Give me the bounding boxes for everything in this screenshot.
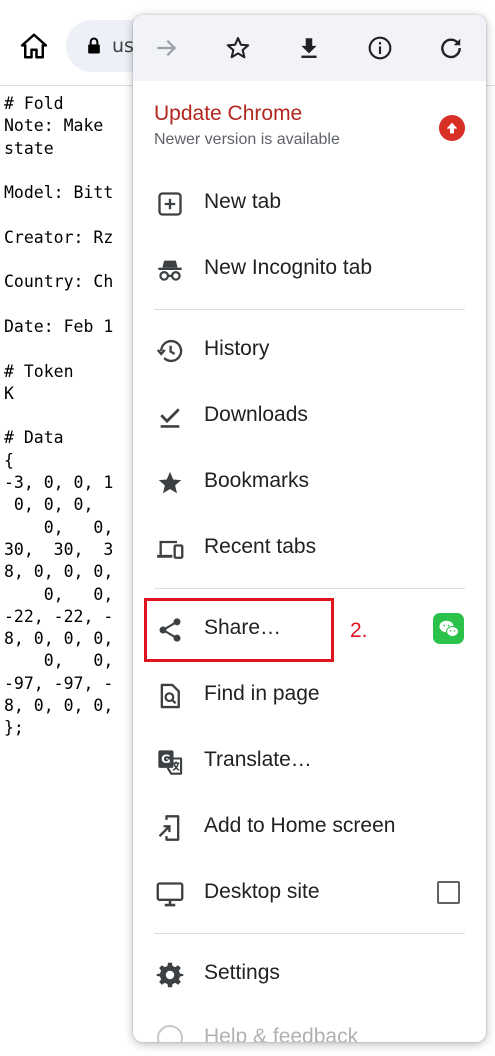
page-text-line [4,204,134,226]
page-text-line: Date: Feb 1 [4,316,114,336]
history-item[interactable]: History [133,317,486,383]
forward-button[interactable] [147,28,187,68]
settings-item[interactable]: Settings [133,941,486,1007]
refresh-icon [441,38,461,59]
update-chrome-subtitle: Newer version is available [154,131,340,148]
find-in-page-item[interactable]: Find in page [133,662,486,728]
page-text-line: K [4,383,14,403]
page-text-line: state [4,138,54,158]
menu-toolbar [133,15,486,81]
downloads-check-icon [160,408,180,428]
devices-icon [157,540,184,559]
info-icon [368,36,392,60]
page-text-line: Creator: Rz [4,227,114,247]
translate-icon: G [158,750,183,775]
update-arrow-icon [439,115,465,141]
page-text-line: # Data [4,428,64,448]
page-text-line: Note: Make [4,116,114,136]
add-to-home-screen-label: Add to Home screen [204,814,396,837]
page-text-line: 8, 0, 0, 0, [4,629,114,649]
page-text-line [4,294,134,316]
menu-divider [154,309,465,310]
menu-divider [154,933,465,934]
recent-tabs-label: Recent tabs [204,535,317,558]
home-icon [20,33,48,59]
page-text-line: -97, -97, - [4,673,114,693]
find-in-page-label: Find in page [204,682,320,705]
new-tab-label: New tab [204,190,282,213]
bookmarks-label: Bookmarks [204,469,310,492]
new-incognito-tab-label: New Incognito tab [204,256,373,279]
history-label: History [204,337,270,360]
menu-divider [154,588,465,589]
new-incognito-tab-item[interactable]: New Incognito tab [133,236,486,302]
page-text-line: 8, 0, 0, 0, [4,562,114,582]
update-chrome-item[interactable]: Update Chrome Newer version is available [133,95,486,159]
desktop-site-label: Desktop site [204,880,320,903]
wechat-share-button[interactable] [433,613,464,644]
share-highlight-box [144,598,334,662]
overflow-menu: Update Chrome Newer version is available… [133,15,486,1042]
downloads-label: Downloads [204,403,308,426]
find-in-page-icon [160,683,180,709]
incognito-icon [158,260,182,281]
translate-label: Translate… [204,748,312,771]
forward-icon [157,39,177,57]
page-content-text: # Fold Note: Make state Model: Bitt Creat… [4,93,134,740]
page-text-line: -3, 0, 0, 1 [4,473,114,493]
update-chrome-title: Update Chrome [154,102,303,125]
add-to-home-icon [158,815,180,841]
page-text-line [4,405,134,427]
bookmark-star-button[interactable] [218,28,258,68]
page-text-line [4,249,134,271]
page-text-line: 0, 0, 0, [4,495,104,515]
downloads-item[interactable]: Downloads [133,383,486,449]
desktop-site-item[interactable]: Desktop site [133,860,486,926]
page-text-line: 0, 0, [4,584,114,604]
page-text-line: -22, -22, - [4,606,114,626]
help-icon [157,1025,183,1042]
help-feedback-item[interactable]: Help & feedback [133,1020,486,1042]
lock-icon [88,37,100,54]
desktop-site-checkbox[interactable] [437,881,460,904]
page-text-line [4,160,134,182]
page-text-line: }; [4,718,24,738]
gear-icon [156,962,184,988]
bookmarks-item[interactable]: Bookmarks [133,449,486,515]
new-tab-icon [158,192,182,216]
add-to-home-screen-item[interactable]: Add to Home screen [133,794,486,860]
home-button[interactable] [14,26,54,66]
translate-item[interactable]: G Translate… [133,728,486,794]
page-text-line: 8, 0, 0, 0, [4,696,114,716]
page-text-line: { [4,450,14,470]
refresh-button[interactable] [431,28,471,68]
page-text-line: 0, 0, [4,517,114,537]
page-text-line: # Fold [4,94,64,113]
url-text: us [112,35,134,57]
settings-label: Settings [204,961,280,984]
recent-tabs-item[interactable]: Recent tabs [133,515,486,581]
page-text-line [4,338,134,360]
page-text-line: Model: Bitt [4,183,114,203]
page-text-line: 30, 30, 3 [4,539,114,559]
desktop-icon [156,882,184,907]
page-text-line: # Token [4,361,74,381]
page-text-line: Country: Ch [4,272,114,292]
page-text-line: 0, 0, [4,651,114,671]
wechat-icon [439,620,459,637]
page-info-button[interactable] [360,28,400,68]
download-icon [301,38,317,58]
history-icon [156,339,183,363]
new-tab-item[interactable]: New tab [133,170,486,236]
help-feedback-label: Help & feedback [204,1025,359,1042]
star-icon [226,37,250,59]
download-page-button[interactable] [289,28,329,68]
bookmarks-star-icon [158,471,182,494]
step-annotation-label: 2. [350,619,368,642]
